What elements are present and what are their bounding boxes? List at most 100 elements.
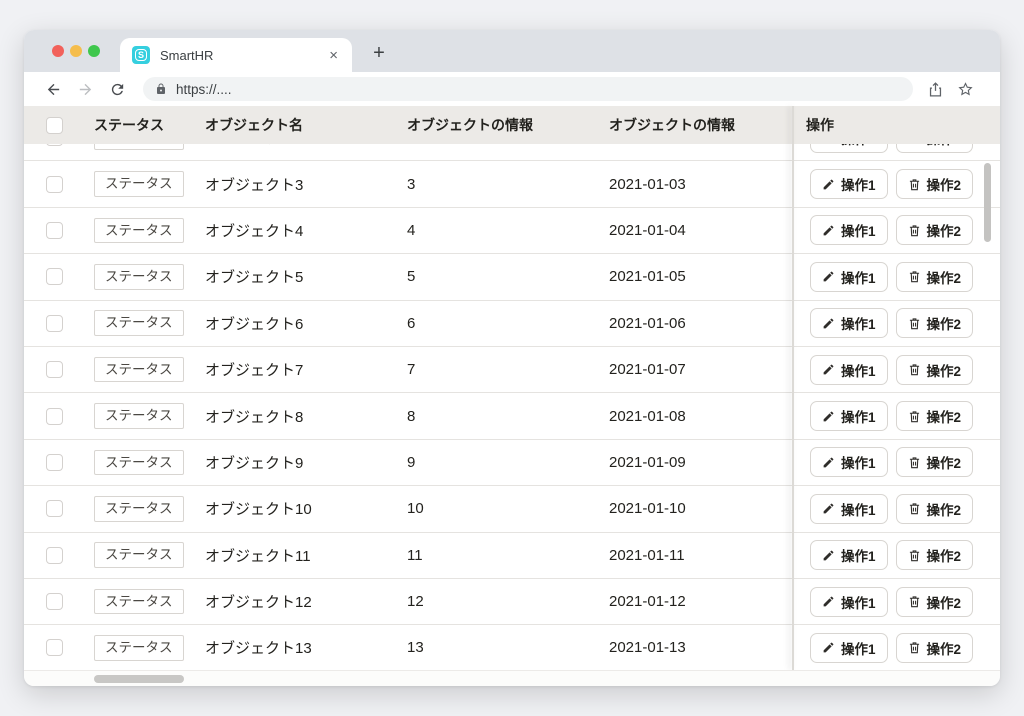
action1-button[interactable]: 操作1 bbox=[810, 169, 888, 199]
tab-close-icon[interactable]: × bbox=[327, 47, 340, 64]
action2-button[interactable]: 操作2 bbox=[896, 355, 974, 385]
share-icon[interactable] bbox=[927, 81, 944, 98]
action1-label: 操作1 bbox=[841, 360, 876, 380]
action1-button[interactable]: 操作1 bbox=[810, 215, 888, 245]
object-info-1-cell: 13 bbox=[399, 639, 601, 656]
forward-icon[interactable] bbox=[75, 79, 95, 99]
header-actions: 操作 bbox=[793, 115, 1000, 135]
action2-button[interactable]: 操作2 bbox=[896, 215, 974, 245]
action1-label: 操作1 bbox=[841, 267, 876, 287]
row-checkbox[interactable] bbox=[46, 176, 63, 193]
action1-button[interactable]: 操作1 bbox=[810, 355, 888, 385]
row-checkbox[interactable] bbox=[46, 361, 63, 378]
trash-icon bbox=[908, 317, 921, 330]
action1-button[interactable]: 操作1 bbox=[810, 401, 888, 431]
row-checkbox[interactable] bbox=[46, 268, 63, 285]
action1-button[interactable]: 操作1 bbox=[810, 633, 888, 663]
action2-button[interactable]: 操作2 bbox=[896, 587, 974, 617]
action1-button[interactable]: 操作1 bbox=[810, 308, 888, 338]
action1-button[interactable]: 操作1 bbox=[810, 540, 888, 570]
vertical-scrollbar[interactable] bbox=[984, 163, 991, 242]
object-info-2-cell: 2021-01-11 bbox=[601, 547, 793, 564]
row-checkbox[interactable] bbox=[46, 500, 63, 517]
object-info-2-cell: 2021-01-05 bbox=[601, 268, 793, 285]
table-row: ステータス オブジェクト9 9 2021-01-09 操作1 操作2 bbox=[24, 440, 1000, 486]
new-tab-button[interactable]: + bbox=[364, 38, 394, 68]
row-checkbox[interactable] bbox=[46, 639, 63, 656]
row-checkbox[interactable] bbox=[46, 408, 63, 425]
window-zoom-button[interactable] bbox=[88, 45, 100, 57]
action2-button[interactable]: 操作2 bbox=[896, 447, 974, 477]
action2-label: 操作2 bbox=[927, 545, 962, 565]
action2-button[interactable]: 操作2 bbox=[896, 401, 974, 431]
address-bar: https://.... bbox=[24, 72, 1000, 106]
action1-label: 操作1 bbox=[841, 313, 876, 333]
table-row: ステータス オブジェクト8 8 2021-01-08 操作1 操作2 bbox=[24, 393, 1000, 439]
bookmark-star-icon[interactable] bbox=[957, 81, 974, 98]
action2-button[interactable]: 操作2 bbox=[896, 144, 974, 153]
row-checkbox[interactable] bbox=[46, 315, 63, 332]
row-checkbox[interactable] bbox=[46, 593, 63, 610]
action2-button[interactable]: 操作2 bbox=[896, 540, 974, 570]
action2-button[interactable]: 操作2 bbox=[896, 494, 974, 524]
trash-icon bbox=[908, 410, 921, 423]
object-info-2-cell: 2021-01-10 bbox=[601, 500, 793, 517]
trash-icon bbox=[908, 502, 921, 515]
row-checkbox[interactable] bbox=[46, 454, 63, 471]
window-close-button[interactable] bbox=[52, 45, 64, 57]
reload-icon[interactable] bbox=[107, 79, 127, 99]
trash-icon bbox=[908, 178, 921, 191]
action2-label: 操作2 bbox=[927, 313, 962, 333]
status-badge: ステータス bbox=[94, 310, 184, 336]
row-checkbox[interactable] bbox=[46, 144, 63, 146]
pencil-icon bbox=[822, 317, 835, 330]
object-info-2-cell: 2021-01-12 bbox=[601, 593, 793, 610]
action2-button[interactable]: 操作2 bbox=[896, 308, 974, 338]
object-info-1-cell: 11 bbox=[399, 547, 601, 564]
action1-button[interactable]: 操作1 bbox=[810, 262, 888, 292]
pencil-icon bbox=[822, 456, 835, 469]
action1-label: 操作1 bbox=[841, 220, 876, 240]
pencil-icon bbox=[822, 410, 835, 423]
object-info-1-cell: 5 bbox=[399, 268, 601, 285]
pencil-icon bbox=[822, 502, 835, 515]
table-row: ステータス オブジェクト3 3 2021-01-03 操作1 操作2 bbox=[24, 161, 1000, 207]
row-checkbox[interactable] bbox=[46, 547, 63, 564]
action2-button[interactable]: 操作2 bbox=[896, 262, 974, 292]
url-input[interactable]: https://.... bbox=[143, 77, 913, 101]
back-icon[interactable] bbox=[43, 79, 63, 99]
trash-icon bbox=[908, 641, 921, 654]
header-status: ステータス bbox=[86, 115, 198, 135]
object-info-2-cell: 2021-01-09 bbox=[601, 454, 793, 471]
window-minimize-button[interactable] bbox=[70, 45, 82, 57]
object-name-cell: オブジェクト9 bbox=[198, 452, 399, 473]
horizontal-scrollbar[interactable] bbox=[94, 675, 184, 683]
row-checkbox[interactable] bbox=[46, 222, 63, 239]
status-badge: ステータス bbox=[94, 496, 184, 522]
action1-label: 操作1 bbox=[841, 592, 876, 612]
status-badge: ステータス bbox=[94, 357, 184, 383]
object-name-cell: オブジェクト13 bbox=[198, 637, 399, 658]
action2-label: 操作2 bbox=[927, 174, 962, 194]
object-info-2-cell: 2021-01-07 bbox=[601, 361, 793, 378]
object-name-cell: オブジェクト3 bbox=[198, 174, 399, 195]
action2-label: 操作2 bbox=[927, 499, 962, 519]
select-all-checkbox[interactable] bbox=[46, 117, 63, 134]
status-badge: ステータス bbox=[94, 218, 184, 244]
action1-button[interactable]: 操作1 bbox=[810, 447, 888, 477]
object-name-cell: オブジェクト8 bbox=[198, 406, 399, 427]
table-row: ステータス オブジェクト11 11 2021-01-11 操作1 操作2 bbox=[24, 533, 1000, 579]
action2-button[interactable]: 操作2 bbox=[896, 633, 974, 663]
action1-button[interactable]: 操作1 bbox=[810, 144, 888, 153]
table-row: ステータス オブジェクト13 13 2021-01-13 操作1 操作2 bbox=[24, 625, 1000, 670]
object-name-cell: オブジェクト11 bbox=[198, 545, 399, 566]
browser-tab[interactable]: S SmartHR × bbox=[120, 38, 352, 72]
action2-button[interactable]: 操作2 bbox=[896, 169, 974, 199]
status-badge: ステータス bbox=[94, 635, 184, 661]
action1-button[interactable]: 操作1 bbox=[810, 587, 888, 617]
action1-button[interactable]: 操作1 bbox=[810, 494, 888, 524]
status-badge: ステータス bbox=[94, 589, 184, 615]
object-info-1-cell: 6 bbox=[399, 315, 601, 332]
pencil-icon bbox=[822, 224, 835, 237]
action1-label: 操作1 bbox=[841, 406, 876, 426]
